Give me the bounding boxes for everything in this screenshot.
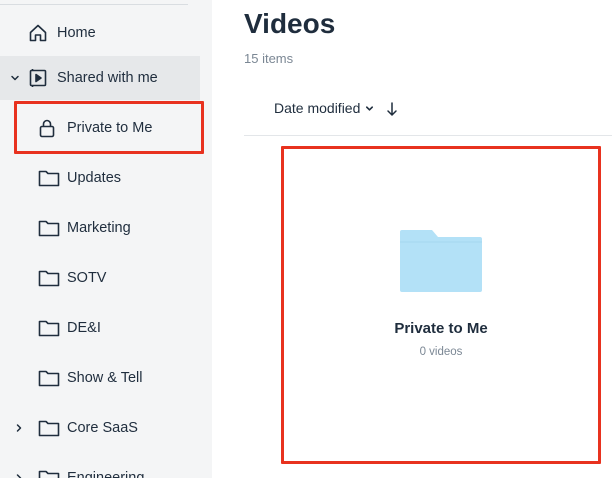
folder-card-subtitle: 0 videos <box>419 346 463 358</box>
header-divider <box>244 135 612 136</box>
sidebar: Home Shared with me Private to Me Update… <box>0 0 212 478</box>
lock-icon <box>38 118 56 138</box>
sidebar-divider <box>0 4 188 5</box>
sidebar-item-label: Home <box>57 25 96 41</box>
folder-card-private-to-me[interactable]: Private to Me 0 videos <box>284 149 598 461</box>
sort-dropdown[interactable]: Date modified <box>274 100 374 116</box>
page-title: Videos <box>244 8 336 39</box>
folder-card-title: Private to Me <box>394 320 488 337</box>
sidebar-item-sotv[interactable]: SOTV <box>0 256 200 300</box>
sidebar-item-shared-with-me[interactable]: Shared with me <box>0 56 200 100</box>
sidebar-item-label: Marketing <box>67 220 131 236</box>
sidebar-item-show-and-tell[interactable]: Show & Tell <box>0 356 200 400</box>
folder-icon <box>38 219 60 237</box>
folder-icon <box>38 419 60 437</box>
chevron-down-icon[interactable] <box>9 72 21 84</box>
folder-icon <box>38 319 60 337</box>
sidebar-item-dei[interactable]: DE&I <box>0 306 200 350</box>
folder-icon <box>38 469 60 478</box>
chevron-right-icon[interactable] <box>13 472 25 478</box>
folder-icon <box>38 169 60 187</box>
sidebar-item-label: SOTV <box>67 270 107 286</box>
chevron-right-icon[interactable] <box>13 422 25 434</box>
sidebar-item-private-to-me[interactable]: Private to Me <box>0 106 200 150</box>
sidebar-item-label: Show & Tell <box>67 370 143 386</box>
item-count: 15 items <box>244 51 294 66</box>
sidebar-item-label: DE&I <box>67 320 101 336</box>
home-icon <box>28 23 48 43</box>
sort-label: Date modified <box>274 100 361 116</box>
folder-icon <box>398 228 484 299</box>
folder-icon <box>38 369 60 387</box>
sidebar-item-home[interactable]: Home <box>0 11 200 55</box>
sidebar-item-updates[interactable]: Updates <box>0 156 200 200</box>
sidebar-item-marketing[interactable]: Marketing <box>0 206 200 250</box>
sidebar-item-label: Private to Me <box>67 120 153 136</box>
shared-video-icon <box>28 68 48 88</box>
folder-icon <box>38 269 60 287</box>
sidebar-item-label: Shared with me <box>57 70 158 86</box>
chevron-down-icon <box>365 104 374 113</box>
sidebar-item-label: Engineering <box>67 470 145 478</box>
sidebar-item-label: Core SaaS <box>67 420 138 436</box>
sidebar-item-core-saas[interactable]: Core SaaS <box>0 406 200 450</box>
sort-direction-arrow-icon[interactable] <box>386 101 398 117</box>
sidebar-item-label: Updates <box>67 170 122 186</box>
sidebar-item-engineering[interactable]: Engineering <box>0 456 200 478</box>
